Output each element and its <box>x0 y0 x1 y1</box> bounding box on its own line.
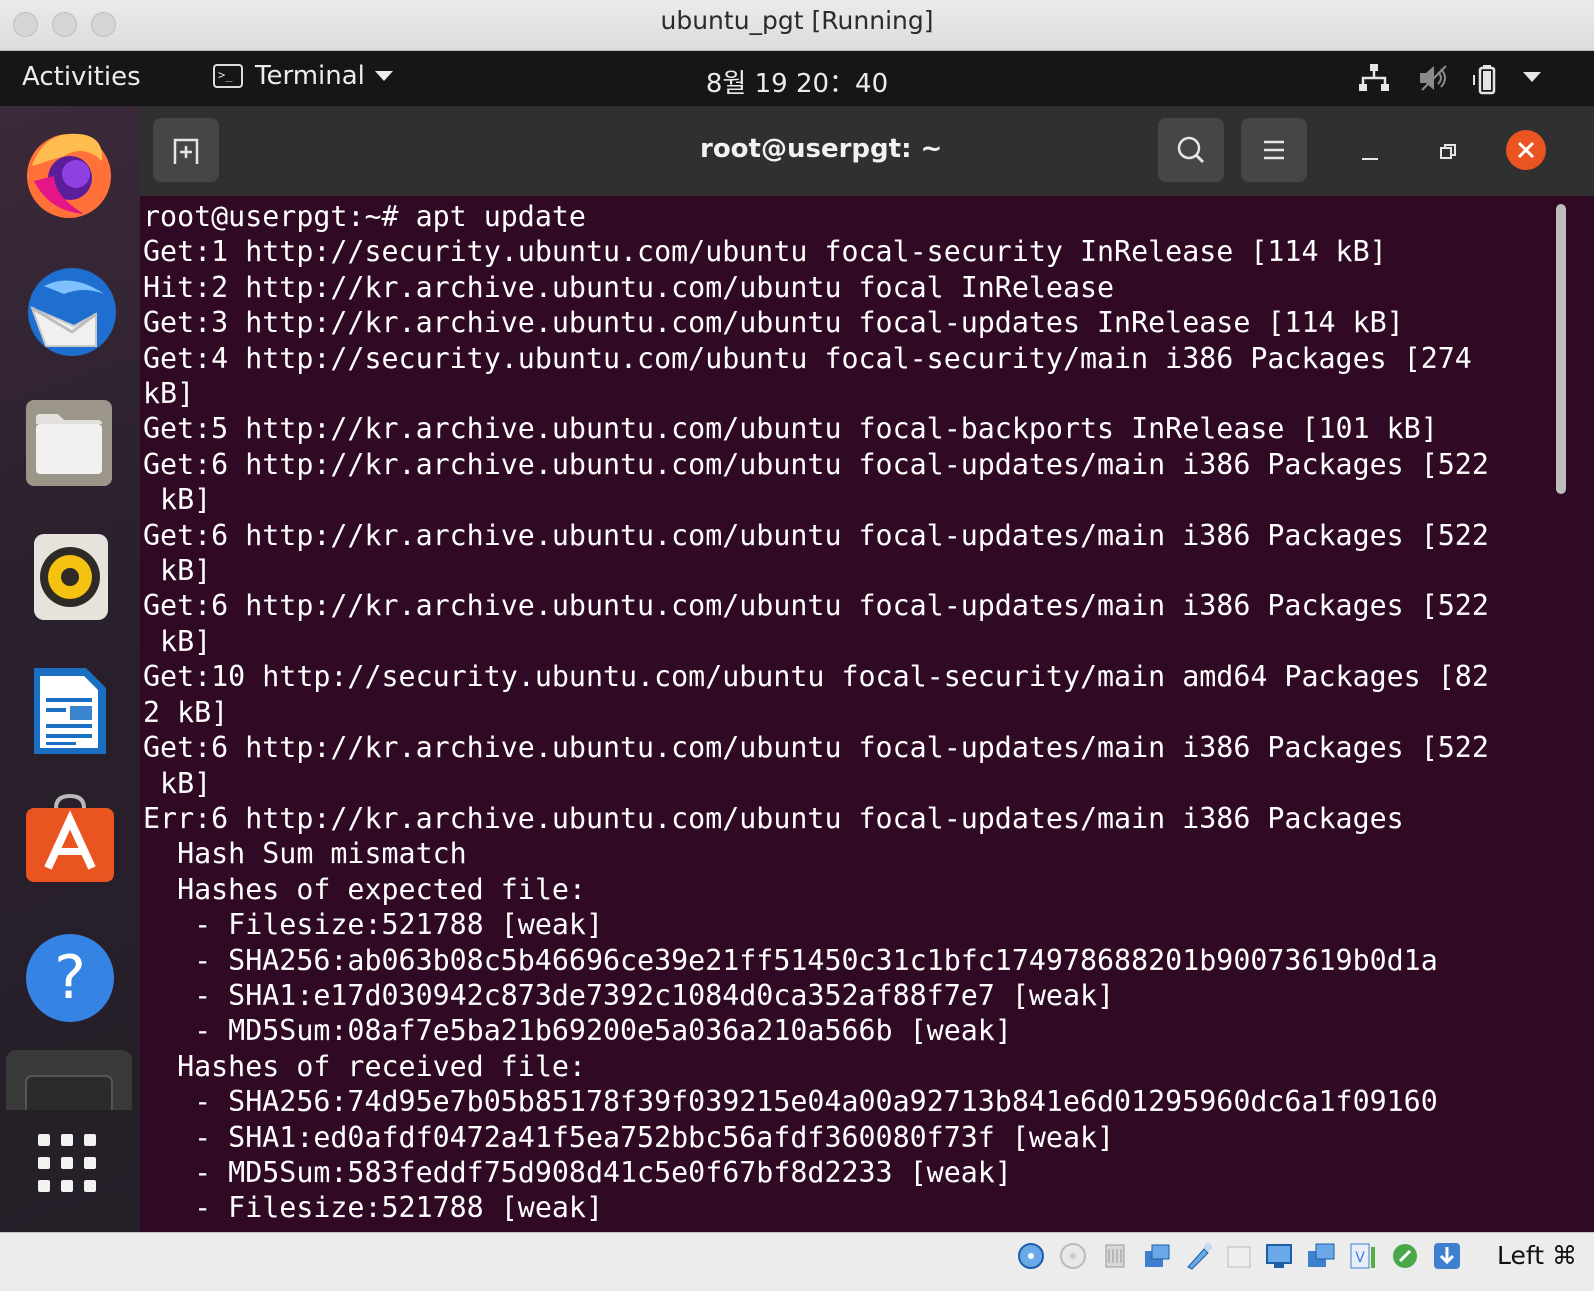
terminal-title: root@userpgt: ~ <box>700 134 943 164</box>
dock-rhythmbox[interactable] <box>24 532 114 622</box>
terminal-line: kB] <box>143 624 212 658</box>
shared-folder-icon[interactable] <box>1184 1241 1214 1271</box>
terminal-line: 2 kB] <box>143 695 229 729</box>
screen-icon[interactable] <box>1306 1241 1336 1271</box>
terminal-line: Get:6 http://kr.archive.ubuntu.com/ubunt… <box>143 518 1489 552</box>
new-tab-button[interactable] <box>153 118 219 182</box>
terminal-line: kB] <box>143 483 212 517</box>
network-adapter-icon[interactable] <box>1142 1241 1172 1271</box>
app-grid-icon <box>38 1134 96 1192</box>
firefox-icon <box>27 133 111 218</box>
hamburger-menu-icon <box>1264 140 1284 160</box>
dock-libreoffice-writer[interactable] <box>24 664 114 754</box>
terminal-line: - SHA1:ed0afdf0472a41f5ea752bbc56afdf360… <box>143 1120 1115 1154</box>
dock-thunderbird[interactable] <box>24 264 116 356</box>
terminal-headerbar: root@userpgt: ~ <box>140 106 1594 196</box>
close-icon <box>1517 141 1535 159</box>
terminal-line: Hit:2 http://kr.archive.ubuntu.com/ubunt… <box>143 270 1115 304</box>
svg-text:V: V <box>1355 1250 1365 1266</box>
svg-text:?: ? <box>54 943 86 1013</box>
thunderbird-icon <box>28 268 116 356</box>
menu-button[interactable] <box>1241 118 1307 182</box>
terminal-line: kB] <box>143 554 212 588</box>
terminal-line: Get:6 http://kr.archive.ubuntu.com/ubunt… <box>143 447 1489 481</box>
vm-window-titlebar: ubuntu_pgt [Running] <box>0 0 1594 51</box>
show-applications-button[interactable] <box>24 1128 114 1218</box>
video-capture-icon[interactable] <box>1264 1241 1294 1271</box>
vm-window-title: ubuntu_pgt [Running] <box>660 6 934 35</box>
optical-drive-icon[interactable] <box>1016 1241 1046 1271</box>
terminal-line: - MD5Sum:08af7e5ba21b69200e5a036a210a566… <box>143 1014 1012 1048</box>
terminal-line: Get:5 http://kr.archive.ubuntu.com/ubunt… <box>143 412 1438 446</box>
terminal-line: kB] <box>143 766 212 800</box>
rhythmbox-icon <box>34 534 108 620</box>
terminal-line: - Filesize:521788 [weak] <box>143 908 603 942</box>
battery-icon <box>1473 65 1496 95</box>
terminal-line: - Filesize:521788 [weak] <box>143 1191 603 1225</box>
ubuntu-software-icon <box>26 793 114 882</box>
files-icon <box>26 400 112 486</box>
terminal-line: Get:6 http://kr.archive.ubuntu.com/ubunt… <box>143 589 1489 623</box>
floppy-icon[interactable] <box>1058 1241 1088 1271</box>
volume-muted-icon <box>1420 65 1447 91</box>
system-menu-caret-icon <box>1523 72 1541 82</box>
vbox-status-bar: V Left ⌘ <box>0 1232 1594 1291</box>
terminal-line: - SHA256:ab063b08c5b46696ce39e21ff51450c… <box>143 943 1438 977</box>
dock-help[interactable]: ? <box>24 932 114 1022</box>
terminal-icon <box>25 1075 113 1117</box>
terminal-output[interactable]: root@userpgt:~# apt update Get:1 http://… <box>140 196 1594 1232</box>
gnome-top-bar: Activities >_ Terminal 8월 19 20：40 <box>0 51 1594 106</box>
mouse-integration-icon[interactable] <box>1390 1241 1420 1271</box>
dock-terminal[interactable] <box>6 1050 132 1117</box>
terminal-line: Get:3 http://kr.archive.ubuntu.com/ubunt… <box>143 306 1404 340</box>
terminal-line: Get:6 http://kr.archive.ubuntu.com/ubunt… <box>143 731 1489 765</box>
display-icon[interactable] <box>1224 1241 1254 1271</box>
host-key-label[interactable]: Left ⌘ <box>1497 1241 1577 1270</box>
download-icon[interactable] <box>1432 1241 1462 1271</box>
terminal-line: Get:10 http://security.ubuntu.com/ubuntu… <box>143 660 1489 694</box>
terminal-line: Err:6 http://kr.archive.ubuntu.com/ubunt… <box>143 801 1404 835</box>
minimize-icon[interactable] <box>1358 140 1382 164</box>
terminal-line: - MD5Sum:583feddf75d908d41c5e0f67bf8d223… <box>143 1155 1012 1189</box>
terminal-line: Hashes of expected file: <box>143 872 586 906</box>
terminal-line: Hash Sum mismatch <box>143 837 467 871</box>
writer-document-icon <box>34 668 106 754</box>
help-icon: ? <box>26 934 114 1022</box>
dock-files[interactable] <box>24 398 114 488</box>
network-icon <box>1359 64 1389 91</box>
search-icon <box>1177 136 1205 164</box>
new-tab-icon <box>173 138 199 164</box>
terminal-line: root@userpgt:~# apt update <box>143 200 586 233</box>
terminal-line: Get:4 http://security.ubuntu.com/ubuntu … <box>143 341 1472 375</box>
terminal-line: Hashes of received file: <box>143 1049 586 1083</box>
terminal-line: kB] <box>143 377 195 411</box>
terminal-line: Get:1 http://security.ubuntu.com/ubuntu … <box>143 235 1387 269</box>
restore-icon[interactable] <box>1436 140 1460 164</box>
dock-firefox[interactable] <box>24 126 114 218</box>
terminal-line: - SHA256:74d95e7b05b85178f39f039215e04a0… <box>143 1085 1438 1119</box>
vt-x-icon[interactable]: V <box>1348 1241 1378 1271</box>
dock: ? <box>0 106 140 1232</box>
dock-ubuntu-software[interactable] <box>24 793 114 884</box>
close-button[interactable] <box>1506 130 1546 170</box>
usb-icon[interactable] <box>1100 1241 1130 1271</box>
clock[interactable]: 8월 19 20：40 <box>0 63 1594 100</box>
search-button[interactable] <box>1158 118 1224 182</box>
terminal-scrollbar[interactable] <box>1556 204 1566 494</box>
terminal-text: root@userpgt:~# apt update Get:1 http://… <box>140 196 1594 1226</box>
terminal-line: - SHA1:e17d030942c873de7392c1084d0ca352a… <box>143 978 1115 1012</box>
